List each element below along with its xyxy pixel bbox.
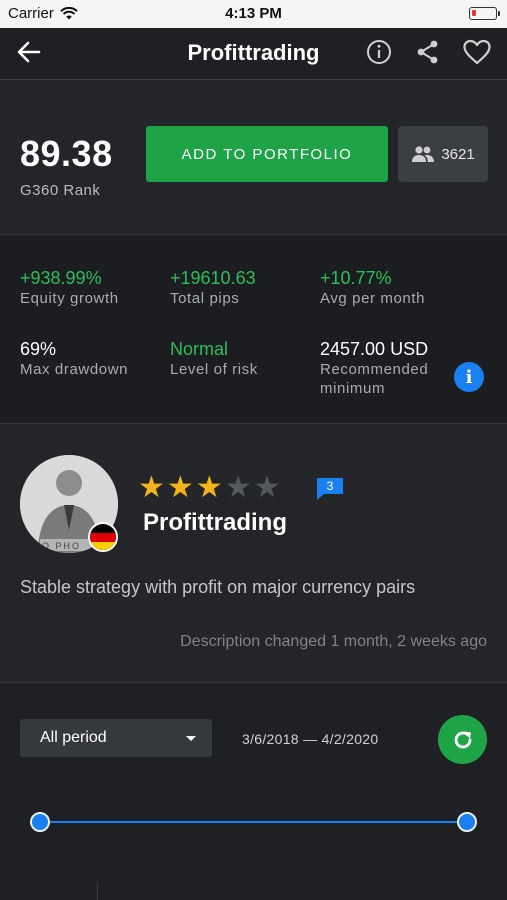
followers-button[interactable]: 3621 — [398, 126, 488, 182]
stat-value: 2457.00 USD — [320, 339, 429, 359]
period-section: All period 3/6/2018 — 4/2/2020 — [0, 684, 507, 900]
stat-value: Normal — [170, 339, 229, 359]
star-empty-icon: ★ — [253, 471, 281, 504]
add-to-portfolio-button[interactable]: ADD TO PORTFOLIO — [146, 126, 388, 182]
rank-value: 89.38 — [20, 133, 113, 174]
rank-section: 89.38 G360 Rank ADD TO PORTFOLIO 3621 — [0, 81, 507, 235]
followers-count: 3621 — [441, 145, 475, 163]
star-filled-icon: ★ — [138, 471, 165, 504]
people-icon — [412, 146, 435, 162]
stat-label: Avg per month — [320, 290, 426, 307]
description-changed: Description changed 1 month, 2 weeks ago — [180, 633, 487, 650]
stats-section: +938.99% Equity growth +19610.63 Total p… — [0, 236, 507, 424]
status-time: 4:13 PM — [225, 5, 282, 22]
divider — [97, 884, 98, 900]
stat-label: Max drawdown — [20, 361, 129, 378]
comment-bubble-icon: 3 — [317, 478, 343, 500]
date-slider-track[interactable] — [40, 821, 468, 823]
star-empty-icon: ★ — [224, 471, 252, 504]
period-selected: All period — [40, 729, 107, 746]
rank-label: G360 Rank — [20, 182, 101, 199]
info-outline-icon[interactable] — [365, 38, 393, 66]
period-dropdown[interactable]: All period — [20, 719, 212, 757]
strategy-description: Stable strategy with profit on major cur… — [20, 577, 416, 597]
stat-risk-level: Normal Level of risk — [170, 338, 258, 379]
share-icon[interactable] — [414, 38, 442, 66]
stat-avg-per-month: +10.77% Avg per month — [320, 267, 425, 308]
germany-flag-icon — [88, 522, 118, 552]
stat-label: Total pips — [170, 290, 240, 307]
stat-label-line1: Recommended — [320, 361, 429, 378]
stat-max-drawdown: 69% Max drawdown — [20, 338, 128, 379]
comment-count: 3 — [327, 479, 334, 493]
stat-value: +19610.63 — [170, 268, 256, 288]
refresh-icon — [454, 731, 471, 748]
status-bar: Carrier 4:13 PM — [0, 0, 507, 28]
profile-section: O PHO ★ ★ ★ ★ ★ 3 Profittrading Stable s… — [0, 425, 507, 683]
stat-value: +938.99% — [20, 268, 102, 288]
stat-equity-growth: +938.99% Equity growth — [20, 267, 119, 308]
stat-total-pips: +19610.63 Total pips — [170, 267, 256, 308]
avatar-watermark: O PHO — [42, 541, 81, 551]
stat-label-line2: minimum — [320, 380, 386, 397]
heart-icon[interactable] — [462, 38, 492, 66]
comment-badge[interactable]: 3 — [316, 477, 344, 501]
stat-value: 69% — [20, 339, 57, 359]
stat-value: +10.77% — [320, 268, 392, 288]
rating-stars: ★ ★ ★ ★ ★ — [138, 473, 281, 503]
refresh-button[interactable] — [438, 715, 487, 764]
info-icon[interactable]: i — [454, 362, 484, 392]
caret-down-icon — [186, 736, 196, 741]
date-range: 3/6/2018 — 4/2/2020 — [242, 731, 379, 747]
star-filled-icon: ★ — [195, 471, 223, 504]
slider-handle-start[interactable] — [30, 812, 50, 832]
profile-name: Profittrading — [143, 509, 287, 536]
stat-label: Equity growth — [20, 290, 119, 307]
star-filled-icon: ★ — [166, 471, 194, 504]
stat-label: Level of risk — [170, 361, 258, 378]
battery-icon — [469, 7, 500, 20]
stat-recommended-minimum: 2457.00 USD Recommended minimum — [320, 338, 428, 398]
slider-handle-end[interactable] — [457, 812, 477, 832]
nav-bar: Profittrading — [0, 28, 507, 80]
